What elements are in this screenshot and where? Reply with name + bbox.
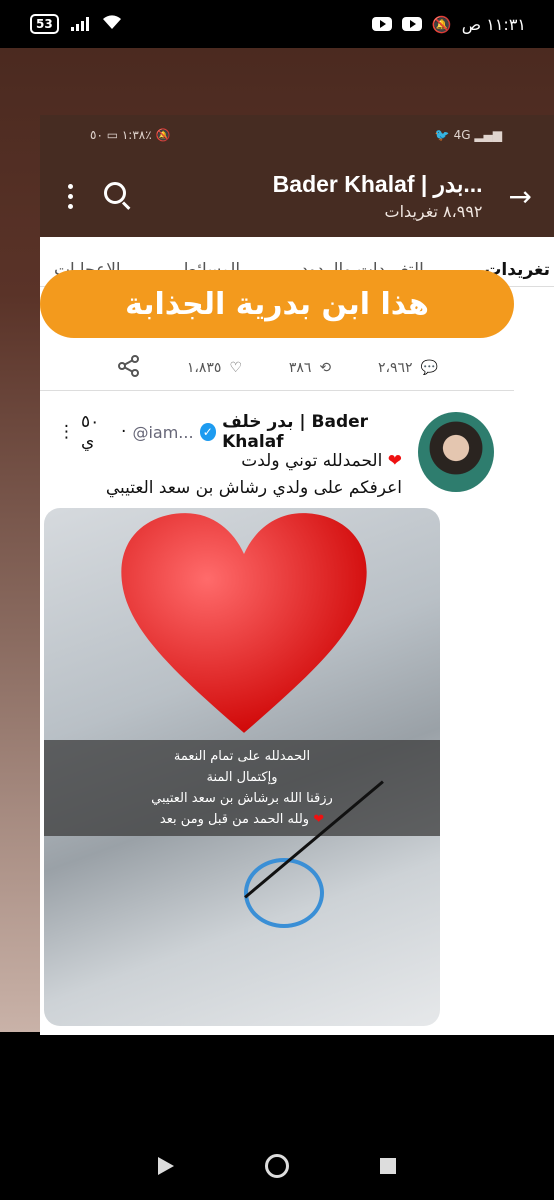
caption-line-4: ولله الحمد من قبل ومن بعد [159, 812, 310, 827]
wifi-icon [101, 14, 123, 34]
heart-outline-icon: ♡ [229, 359, 242, 376]
reply-icon: 💬 [420, 359, 438, 376]
caption-line-3: رزقنا الله برشاش بن سعد العتيبي [151, 791, 333, 806]
tweet-line-1: الحمدلله توني ولدت [241, 451, 383, 471]
battery-icon: 53 [30, 14, 59, 34]
image-caption: الحمدلله على تمام النعمة وإكتمال المنة ر… [44, 740, 440, 836]
status-left: 53 [30, 14, 123, 34]
nav-home-icon[interactable] [265, 1154, 289, 1178]
inner-time: ١:٣٨ ▭ ٥٠٪ 🔕 [90, 128, 171, 142]
like-count: ١،٨٣٥ [186, 359, 222, 376]
youtube-icon [401, 17, 422, 31]
share-icon[interactable] [118, 354, 140, 381]
tweet-actions: ١،٨٣٥ ♡ ٣٨٦ ⟲ ٢،٩٦٢ 💬 [40, 345, 514, 391]
retweet-count: ٣٨٦ [288, 359, 312, 376]
status-bar: 53 🔕 ١١:٣١ ص [0, 0, 554, 48]
profile-header: Bader Khalaf | بدر... ٨،٩٩٢ تغريدات → [40, 155, 554, 237]
heart-emoji-icon: ❤ [313, 812, 325, 827]
nav-recents-icon[interactable] [380, 1158, 396, 1174]
verified-badge-icon: ✓ [199, 423, 217, 441]
reply-action[interactable]: ٢،٩٦٢ 💬 [378, 360, 438, 376]
mute-bell-icon: 🔕 [431, 14, 452, 34]
inner-network: 🐦 4G ▂▄▆ [434, 128, 502, 142]
youtube-icon [371, 17, 392, 31]
signal-icon [70, 17, 89, 31]
profile-title: Bader Khalaf | بدر... [272, 171, 483, 197]
title-block: Bader Khalaf | بدر... ٨،٩٩٢ تغريدات [159, 171, 509, 221]
tweet-more-icon[interactable]: ⋮ [58, 422, 75, 442]
clock-time: ١١:٣١ ص [461, 14, 526, 34]
heart-emoji-icon: ❤ [387, 451, 402, 471]
like-action[interactable]: ١،٨٣٥ ♡ [187, 360, 242, 376]
inner-status-bar: ١:٣٨ ▭ ٥٠٪ 🔕 🐦 4G ▂▄▆ [40, 115, 554, 155]
retweet-action[interactable]: ٣٨٦ ⟲ [289, 360, 331, 376]
reply-count: ٢،٩٦٢ [377, 359, 413, 376]
more-menu-icon[interactable] [68, 183, 73, 209]
baby-pin-decoration [244, 858, 324, 928]
avatar[interactable] [418, 412, 494, 492]
tweet-handle: @iam... [132, 422, 194, 442]
tweet-author-row: ⋮ ٥٠ ي · @iam... ✓ بدر خلف | Bader Khala… [58, 412, 418, 452]
android-nav-bar [0, 1132, 554, 1200]
tweet-time: ٥٠ ي [81, 412, 100, 452]
retweet-icon: ⟲ [319, 359, 332, 376]
nav-back-icon[interactable] [158, 1157, 174, 1175]
tweet-count: ٨،٩٩٢ تغريدات [384, 202, 483, 221]
tweet[interactable]: ⋮ ٥٠ ي · @iam... ✓ بدر خلف | Bader Khala… [40, 398, 514, 502]
red-heart-sticker-icon [121, 513, 367, 733]
caption-line-1: الحمدلله على تمام النعمة [173, 749, 311, 764]
tweet-line-2: اعرفكم على ولدي رشاش بن سعد العتيبي [105, 478, 402, 498]
status-right: 🔕 ١١:٣١ ص [371, 14, 526, 34]
tweet-media-image[interactable]: الحمدلله على تمام النعمة وإكتمال المنة ر… [44, 508, 440, 1026]
search-icon[interactable] [103, 181, 133, 211]
back-arrow-icon[interactable]: → [509, 180, 532, 213]
tweet-author-name[interactable]: بدر خلف | Bader Khalaf [222, 412, 418, 452]
story-banner: هذا ابن بدرية الجذابة [40, 270, 514, 338]
